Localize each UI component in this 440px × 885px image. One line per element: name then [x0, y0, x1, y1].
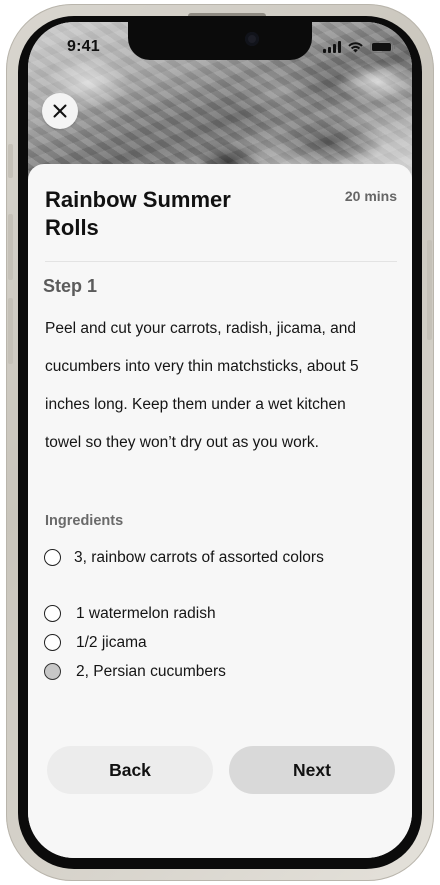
ingredient-item[interactable]: 1/2 jicama	[44, 633, 326, 653]
recipe-step-sheet: Rainbow Summer Rolls 20 mins Step 1 Peel…	[28, 164, 412, 858]
ingredient-text: 1 watermelon radish	[76, 605, 216, 622]
recipe-duration: 20 mins	[344, 188, 397, 204]
ingredient-text: 2, Persian cucumbers	[76, 663, 226, 680]
notch	[128, 22, 312, 60]
ingredient-checkbox[interactable]	[44, 605, 61, 622]
volume-down-button	[8, 298, 13, 364]
recipe-title: Rainbow Summer Rolls	[45, 187, 231, 240]
ingredient-checkbox[interactable]	[44, 549, 61, 566]
status-icons	[323, 40, 396, 54]
app-screen: 9:41 Rainbow Summer Rolls 20 mins Step 1…	[28, 22, 412, 858]
cellular-signal-icon	[323, 41, 341, 53]
back-button[interactable]: Back	[47, 746, 213, 794]
ingredient-checkbox[interactable]	[44, 634, 61, 651]
close-button[interactable]	[42, 93, 78, 129]
volume-up-button	[8, 214, 13, 280]
step-instructions: Peel and cut your carrots, radish, jicam…	[45, 320, 359, 451]
front-camera	[245, 32, 259, 46]
silent-switch	[8, 144, 13, 178]
ingredient-item[interactable]: 1 watermelon radish	[44, 604, 326, 624]
ingredient-checkbox[interactable]	[44, 663, 61, 680]
ingredient-item[interactable]: 3, rainbow carrots of assorted colors	[44, 548, 324, 568]
ingredient-item[interactable]: 2, Persian cucumbers	[44, 662, 326, 682]
next-button[interactable]: Next	[229, 746, 395, 794]
ingredient-text: 1/2 jicama	[76, 634, 147, 651]
status-bar: 9:41	[28, 22, 412, 76]
power-button	[427, 240, 432, 340]
ingredient-text: 3, rainbow carrots of assorted colors	[74, 549, 324, 566]
ingredients-heading: Ingredients	[45, 513, 124, 529]
header-divider	[45, 261, 397, 262]
status-time: 9:41	[67, 38, 100, 55]
step-title: Step 1	[43, 276, 98, 296]
wifi-icon	[347, 41, 364, 53]
close-icon	[53, 104, 67, 118]
battery-icon	[370, 41, 396, 53]
